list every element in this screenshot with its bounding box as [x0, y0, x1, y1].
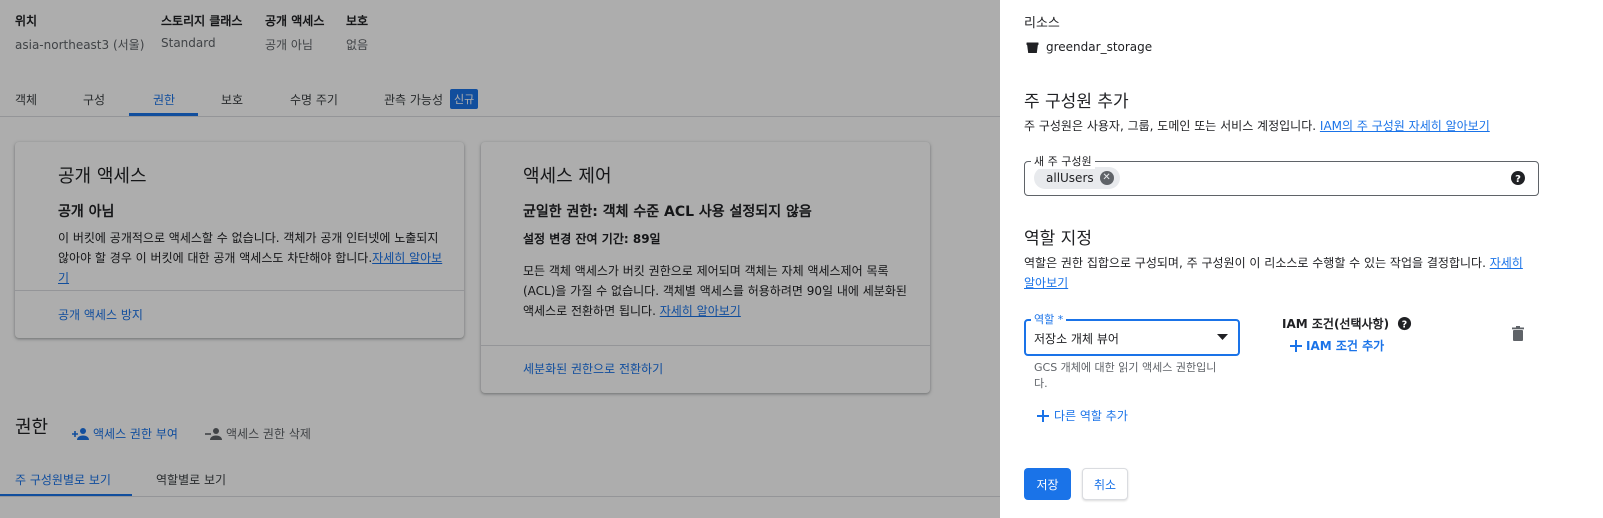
grant-access-panel: 리소스 greendar_storage 주 구성원 추가 주 구성원은 사용자… [1000, 0, 1603, 518]
role-select-value: 저장소 개체 뷰어 [1034, 332, 1119, 346]
resource-item: greendar_storage [1026, 40, 1152, 54]
new-principal-label: 새 주 구성원 [1031, 153, 1095, 169]
role-hint: GCS 개체에 대한 읽기 액세스 권한입니 다. [1034, 361, 1217, 390]
delete-role-icon[interactable] [1512, 326, 1524, 341]
new-principal-field[interactable]: allUsers ✕ ? [1024, 161, 1539, 196]
modal-scrim[interactable] [0, 0, 1000, 518]
principal-chip[interactable]: allUsers ✕ [1034, 167, 1120, 189]
cancel-button[interactable]: 취소 [1082, 468, 1128, 500]
iam-condition-header: IAM 조건(선택사항) ? [1282, 315, 1412, 332]
plus-icon [1290, 339, 1302, 352]
iam-principal-learn-more-link[interactable]: IAM의 주 구성원 자세히 알아보기 [1320, 119, 1490, 133]
iam-condition-label: IAM 조건(선택사항) [1282, 317, 1390, 331]
resource-label: 리소스 [1024, 16, 1060, 31]
add-principal-description: 주 구성원은 사용자, 그룹, 도메인 또는 서비스 계정입니다. IAM의 주… [1024, 119, 1490, 133]
save-button[interactable]: 저장 [1024, 468, 1071, 500]
svg-text:?: ? [1515, 174, 1521, 185]
add-another-role-label: 다른 역할 추가 [1054, 409, 1128, 423]
help-icon[interactable]: ? [1397, 316, 1412, 331]
assign-role-learn-more-link-2[interactable]: 알아보기 [1024, 276, 1068, 290]
dropdown-arrow-icon [1217, 334, 1228, 340]
plus-icon [1037, 409, 1049, 422]
principal-chip-label: allUsers [1046, 171, 1094, 185]
help-icon[interactable]: ? [1510, 170, 1526, 186]
role-label: 역할 * [1031, 311, 1067, 327]
assign-role-learn-more-link[interactable]: 자세히 [1490, 256, 1523, 270]
bucket-icon [1026, 41, 1039, 54]
add-principal-title: 주 구성원 추가 [1024, 92, 1129, 112]
resource-name: greendar_storage [1046, 40, 1153, 54]
add-iam-condition-button[interactable]: IAM 조건 추가 [1290, 337, 1384, 354]
assign-role-title: 역할 지정 [1024, 229, 1092, 249]
chip-remove-icon[interactable]: ✕ [1099, 171, 1114, 185]
add-another-role-button[interactable]: 다른 역할 추가 [1037, 407, 1128, 424]
add-iam-condition-label: IAM 조건 추가 [1306, 339, 1385, 353]
svg-text:?: ? [1402, 319, 1407, 330]
assign-role-description: 역할은 권한 집합으로 구성되며, 주 구성원이 이 리소스로 수행할 수 있는… [1024, 256, 1523, 290]
